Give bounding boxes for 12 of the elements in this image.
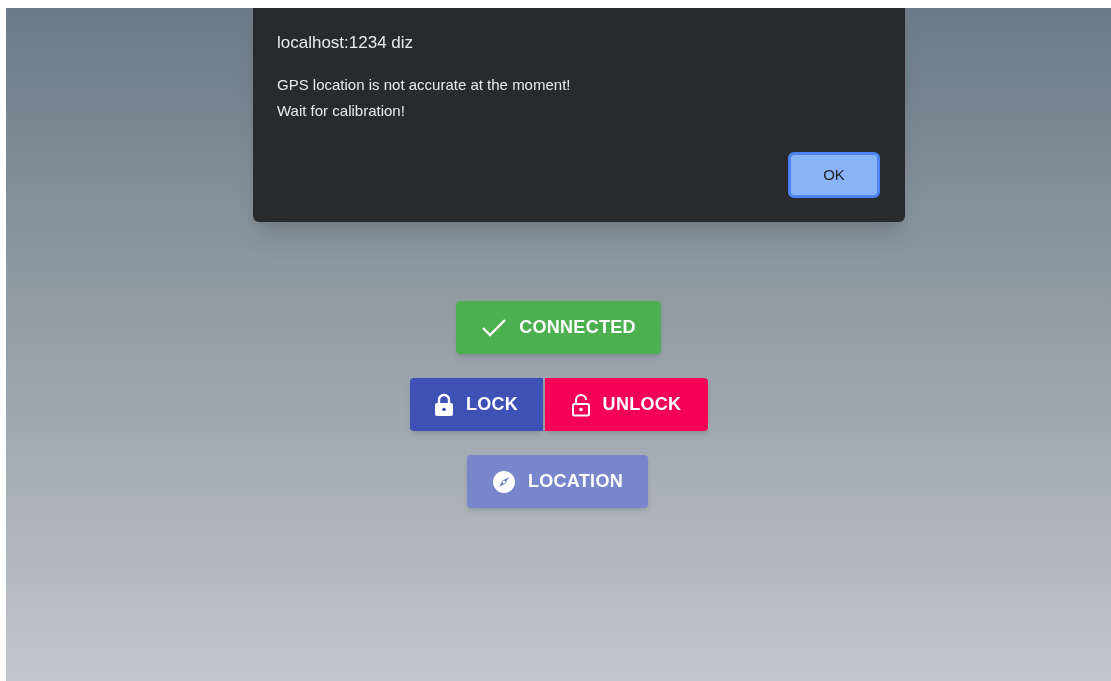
dialog-message: Wait for calibration!: [277, 101, 405, 121]
dialog-title: localhost:1234 diz: [277, 32, 414, 54]
check-icon: [481, 316, 508, 339]
compass-icon: [491, 469, 516, 494]
compass-button[interactable]: LOCATION: [467, 455, 648, 508]
ok-button[interactable]: OK: [788, 152, 880, 198]
dialog-message: GPS location is not accurate at the moment!: [277, 75, 571, 95]
connected-button[interactable]: CONNECTED: [456, 301, 661, 354]
unlock-icon: [570, 392, 591, 417]
lock-icon: [433, 392, 454, 417]
lock-button[interactable]: LOCK: [409, 378, 543, 431]
unlock-button[interactable]: UNLOCK: [544, 378, 708, 431]
